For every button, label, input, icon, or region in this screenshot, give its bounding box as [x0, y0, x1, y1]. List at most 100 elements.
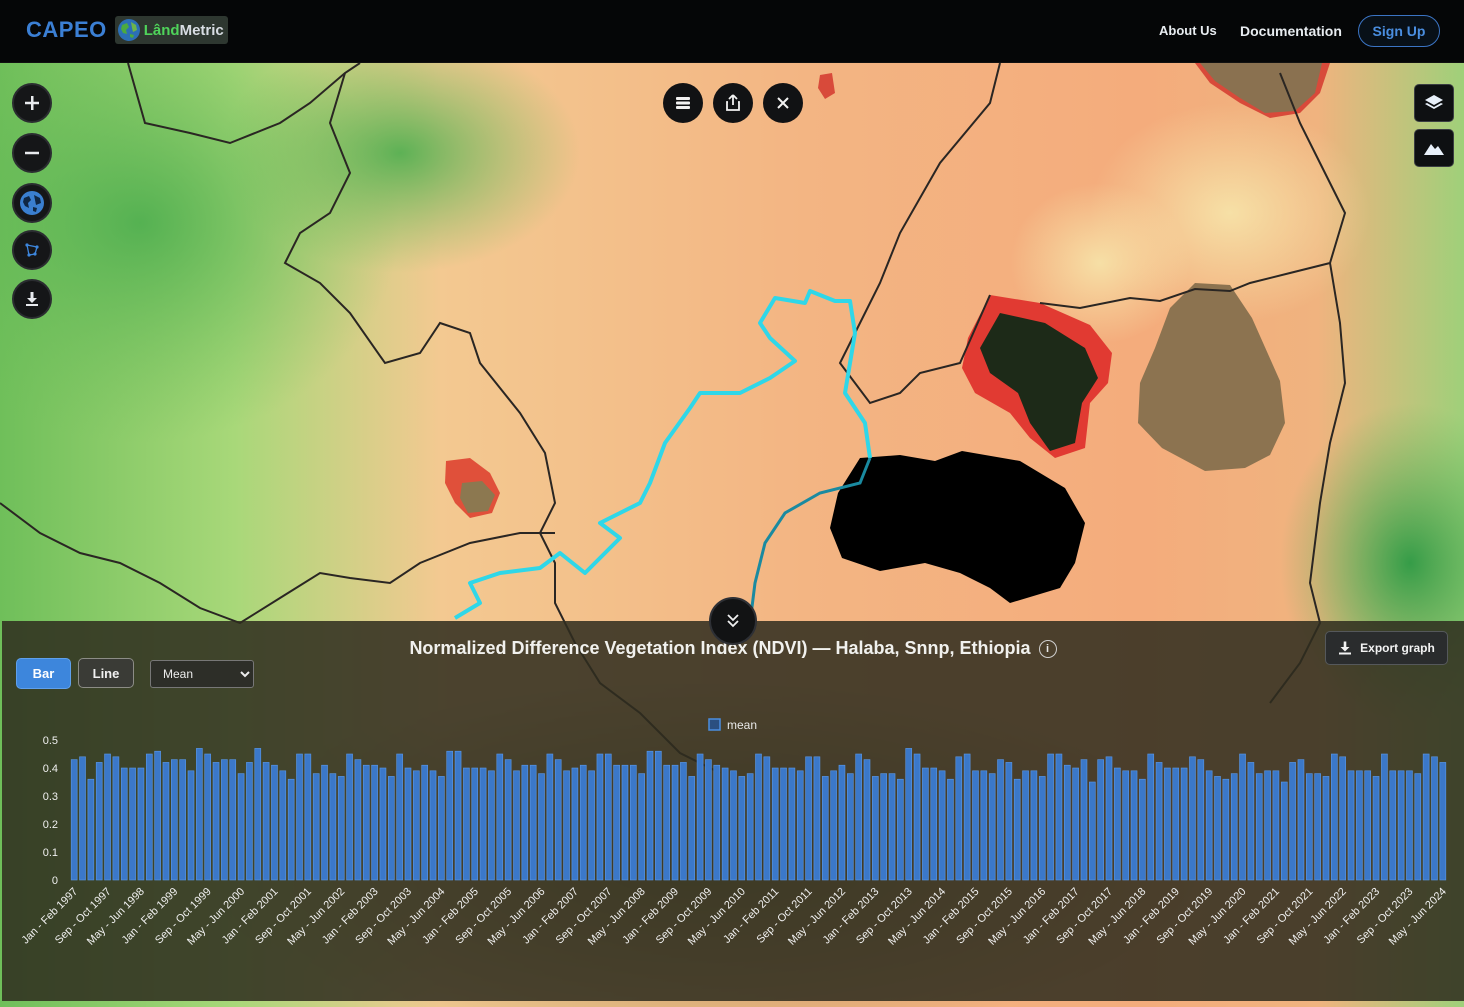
bar-mean: [705, 759, 712, 881]
bar-mean: [321, 764, 328, 881]
bar-mean: [1297, 759, 1305, 881]
nav-about-us[interactable]: About Us: [1159, 23, 1217, 38]
bar-mean: [1306, 773, 1313, 881]
bar-mean: [287, 778, 295, 881]
bar-mean: [1339, 756, 1346, 881]
bar-mean: [529, 764, 537, 881]
x-tick-label: May - Jun 2022: [1287, 886, 1349, 948]
draw-area-button[interactable]: [12, 230, 52, 270]
bar-mean: [421, 764, 428, 881]
brand-name[interactable]: CAPEO: [26, 17, 107, 43]
bar-mean: [438, 776, 445, 881]
bar-mean: [780, 767, 787, 881]
bar-mean: [922, 767, 929, 881]
bar-mean: [1347, 770, 1355, 881]
bar-mean: [1414, 773, 1422, 881]
bar-mean: [237, 773, 245, 881]
bar-mean: [538, 773, 545, 881]
bar-mean: [1172, 767, 1180, 881]
bar-mean: [621, 764, 629, 881]
nav-documentation[interactable]: Documentation: [1240, 23, 1342, 39]
bar-mean: [346, 753, 353, 881]
bar-mean: [588, 770, 595, 881]
x-tick-label: May - Jun 2006: [486, 886, 548, 948]
bar-mean: [120, 767, 128, 881]
info-icon[interactable]: i: [1038, 640, 1057, 658]
statistic-select[interactable]: Mean: [150, 660, 254, 688]
bar-mean: [988, 773, 996, 881]
bar-mean: [571, 767, 579, 881]
layers-button[interactable]: [1414, 84, 1454, 122]
bar-mean: [1397, 770, 1405, 881]
globe-icon: [20, 191, 44, 215]
bar-mean: [1197, 759, 1205, 881]
bar-mean: [913, 753, 921, 881]
export-graph-label: Export graph: [1360, 641, 1435, 655]
bar-mean: [1038, 776, 1046, 881]
x-tick-label: May - Jun 2002: [285, 886, 347, 948]
x-tick-label: May - Jun 2014: [886, 886, 948, 948]
logo-land: Lând: [143, 21, 180, 39]
zoom-in-button[interactable]: [12, 83, 52, 123]
line-chart-toggle[interactable]: Line: [78, 658, 134, 688]
bar-mean: [362, 764, 370, 881]
bar-mean: [763, 756, 771, 881]
zoom-out-button[interactable]: [12, 133, 52, 173]
terrain-icon: [1424, 144, 1444, 155]
export-graph-button[interactable]: Export graph: [1325, 631, 1448, 665]
bar-mean: [1063, 764, 1071, 881]
landmetric-logo[interactable]: Lând Metric: [114, 16, 228, 44]
bar-mean: [87, 778, 95, 881]
close-button[interactable]: [763, 83, 803, 123]
bar-mean: [70, 759, 78, 881]
download-icon: [26, 292, 38, 306]
bar-mean: [830, 770, 837, 881]
bar-mean: [1005, 762, 1013, 881]
share-icon: [726, 94, 740, 111]
bar-mean: [1431, 756, 1438, 881]
bar-mean: [1030, 770, 1038, 881]
bar-mean: [1022, 770, 1029, 881]
bar-mean: [788, 767, 796, 881]
bar-mean: [387, 776, 395, 881]
bar-mean: [554, 759, 562, 881]
bar-mean: [1089, 781, 1096, 881]
list-icon: [676, 97, 690, 109]
brand[interactable]: CAPEO Lând Metric: [26, 16, 228, 44]
menu-button[interactable]: [663, 83, 703, 123]
x-tick-label: May - Jun 2020: [1187, 886, 1249, 948]
bar-mean: [212, 762, 220, 881]
chevron-double-down-icon: [727, 614, 739, 628]
bar-mean: [1072, 767, 1079, 881]
bar-mean: [821, 776, 829, 881]
collapse-panel-button[interactable]: [709, 597, 757, 645]
bar-mean: [337, 776, 345, 881]
basemap-button[interactable]: [12, 183, 52, 223]
terrain-button[interactable]: [1414, 129, 1454, 167]
bar-mean: [137, 767, 145, 881]
y-tick-label: 0.1: [43, 847, 58, 859]
legend-swatch-mean: [708, 718, 721, 731]
download-button[interactable]: [12, 279, 52, 319]
bar-mean: [613, 764, 620, 881]
x-tick-label: May - Jun 2024: [1387, 886, 1449, 948]
share-button[interactable]: [713, 83, 753, 123]
bar-mean: [1406, 770, 1413, 881]
sign-up-button[interactable]: Sign Up: [1358, 15, 1440, 47]
y-tick-label: 0.4: [43, 763, 58, 775]
bar-mean: [721, 767, 729, 881]
bar-mean: [713, 764, 721, 881]
bar-mean: [1322, 776, 1330, 881]
bar-mean: [1264, 770, 1271, 881]
bar-mean: [1214, 776, 1221, 881]
bar-mean: [171, 759, 178, 881]
bar-mean: [805, 756, 812, 881]
bar-mean: [1372, 776, 1380, 881]
bar-mean: [154, 750, 161, 881]
bar-mean: [521, 764, 529, 881]
x-tick-label: May - Jun 2000: [185, 886, 247, 948]
bar-chart-toggle[interactable]: Bar: [16, 658, 71, 689]
bar-mean: [1280, 781, 1288, 881]
bar-mean: [930, 767, 938, 881]
bar-mean: [1080, 759, 1088, 881]
